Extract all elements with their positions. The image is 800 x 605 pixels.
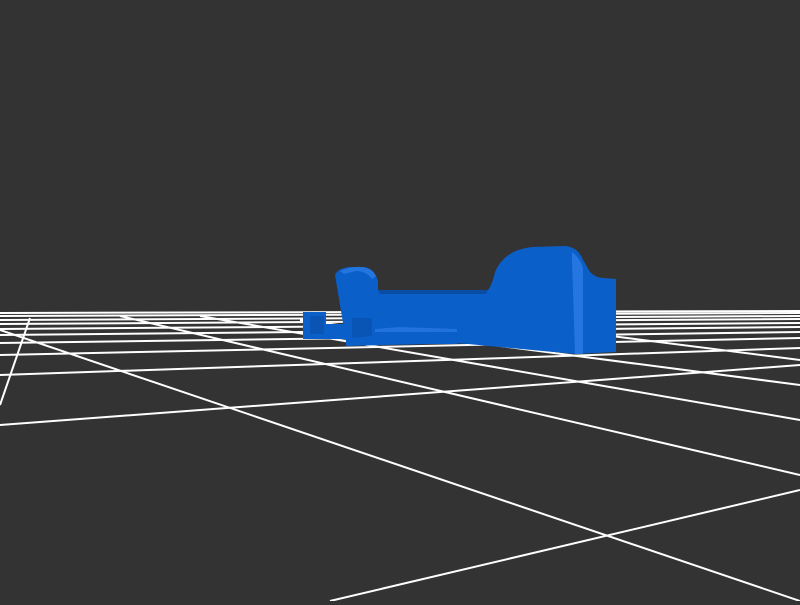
scene-canvas[interactable] (0, 0, 800, 602)
3d-viewport[interactable] (0, 0, 800, 602)
model-small-bracket-inner (310, 316, 324, 334)
model-long-bracket-face (352, 318, 372, 338)
model-groove (378, 290, 488, 294)
